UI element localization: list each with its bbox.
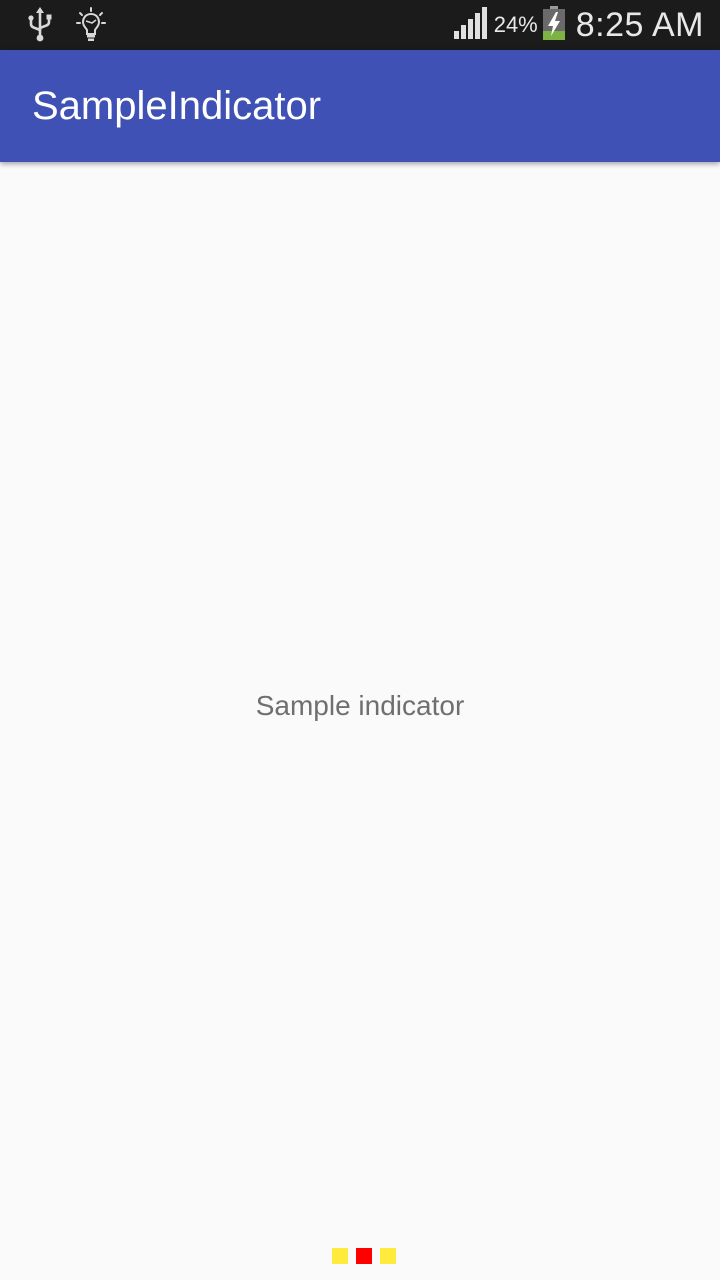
- indicator-dot-2-active: [356, 1248, 372, 1264]
- app-bar: SampleIndicator: [0, 50, 720, 162]
- battery-percent: 24%: [493, 12, 538, 37]
- page-indicator: [332, 1248, 396, 1264]
- status-left-icons: [26, 7, 106, 48]
- page-title: SampleIndicator: [32, 84, 322, 128]
- status-right-area: 24% 8:25 AM: [453, 0, 704, 50]
- sample-indicator-label: Sample indicator: [255, 690, 465, 721]
- signal-icon: [453, 6, 488, 44]
- status-bar: 24% 8:25 AM: [0, 0, 720, 50]
- indicator-dot-3: [380, 1248, 396, 1264]
- usb-icon: [26, 7, 54, 48]
- clock: 8:25 AM: [575, 5, 704, 44]
- lightbulb-icon: [76, 7, 106, 48]
- battery-charging-icon: [542, 5, 566, 45]
- indicator-dot-1: [332, 1248, 348, 1264]
